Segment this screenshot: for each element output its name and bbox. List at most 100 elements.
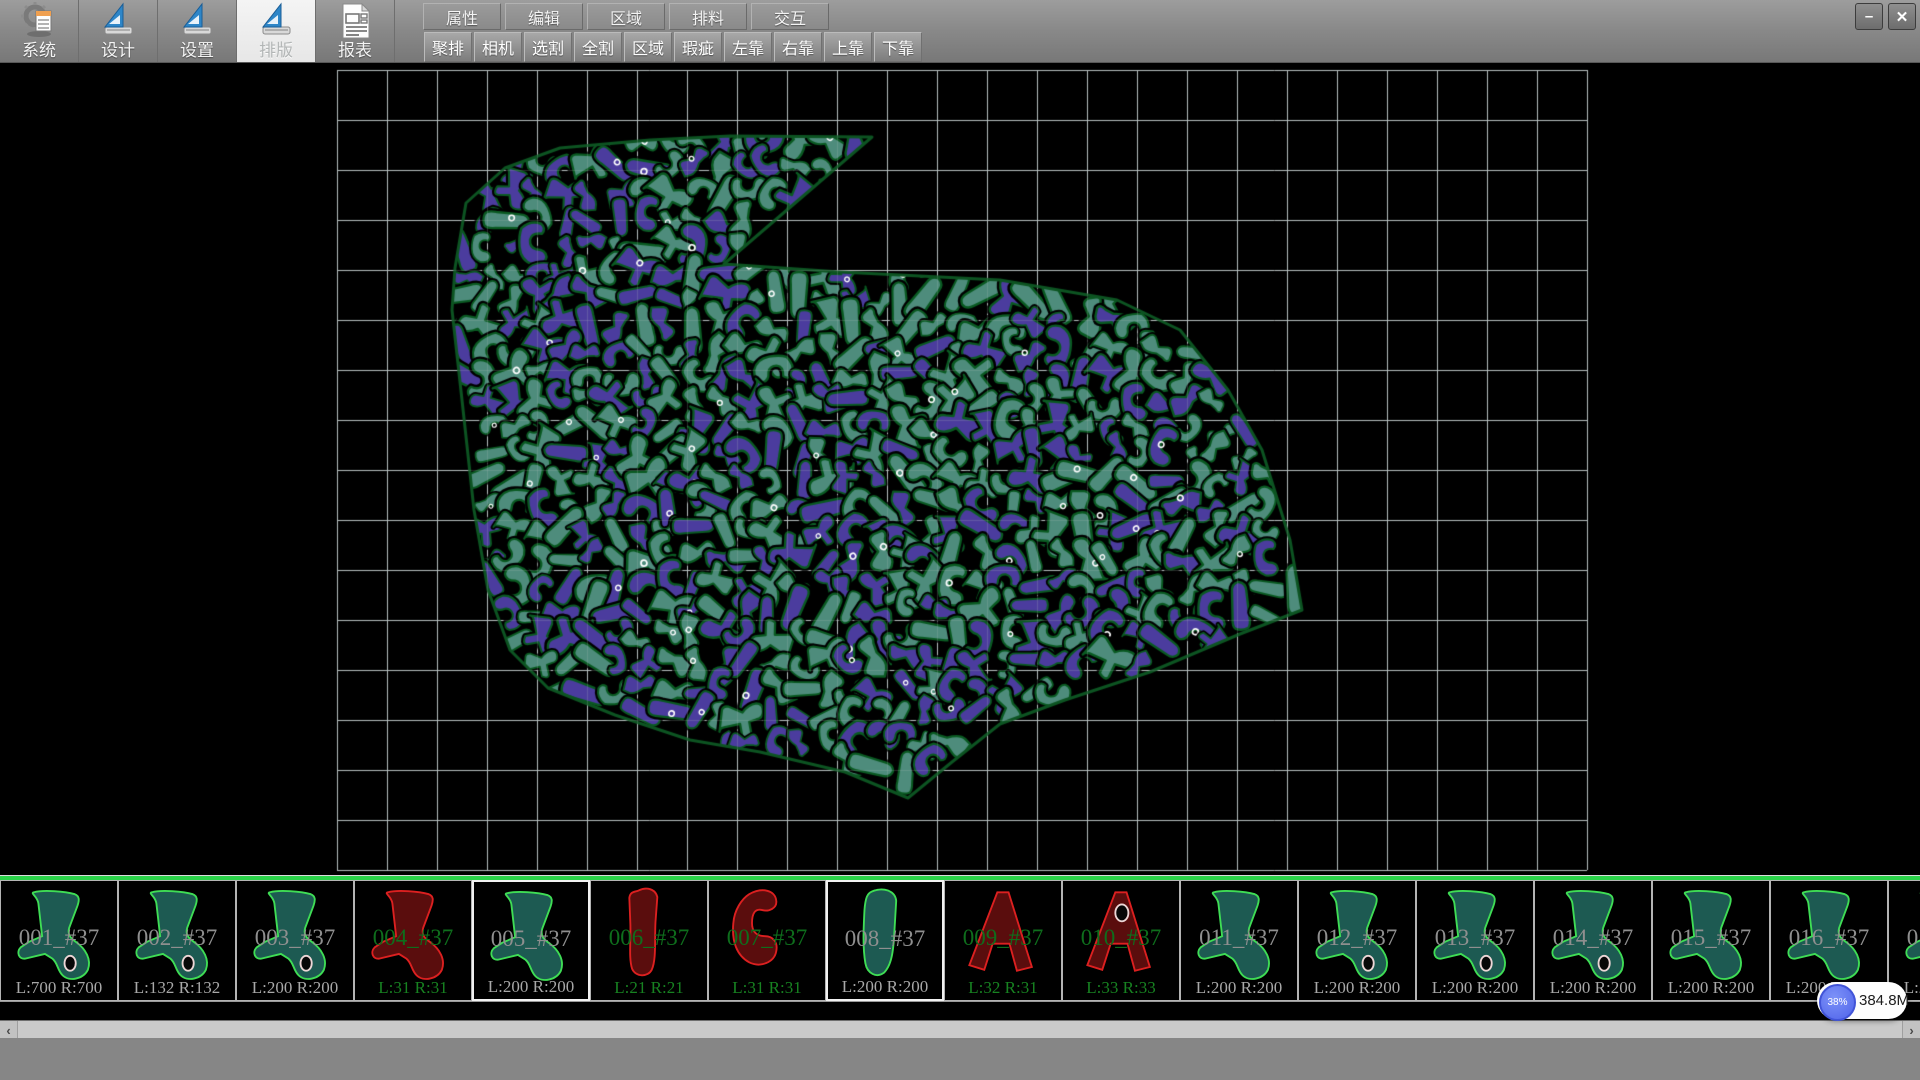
gear-document-icon: [19, 1, 59, 41]
ribbon-tab-1[interactable]: 系统: [0, 0, 79, 62]
set-square-icon: [177, 1, 217, 41]
gear-document-icon: [21, 2, 51, 37]
ribbon-tab-4[interactable]: 排版: [237, 0, 316, 62]
close-button[interactable]: ✕: [1888, 3, 1916, 30]
menu-item-5[interactable]: 交互: [751, 3, 829, 30]
part-lr-count: L:200 R:200: [1299, 978, 1415, 998]
tool-button-8[interactable]: 右靠: [774, 32, 822, 62]
part-thumbnail-1[interactable]: 001_#37 L:700 R:700: [0, 880, 118, 1001]
set-square-icon: [98, 1, 138, 41]
part-id-label: 006_#37: [591, 925, 707, 951]
part-thumbnail-9[interactable]: 009_#37 L:32 R:31: [944, 880, 1062, 1001]
menu-item-4[interactable]: 排料: [669, 3, 747, 30]
part-id-label: 003_#37: [237, 925, 353, 951]
part-id-label: 016_#37: [1771, 925, 1887, 951]
parts-panel: 001_#37 L:700 R:700 002_#37 L:132 R:132 …: [0, 875, 1920, 1003]
menu-bar: 属性编辑区域排料交互: [423, 3, 829, 28]
part-lr-count: L:132 R:132: [119, 978, 235, 998]
progress-circle: 38%: [1819, 984, 1856, 1021]
tool-button-6[interactable]: 瑕疵: [674, 32, 722, 62]
report-icon: [343, 4, 369, 38]
part-id-label: 004_#37: [355, 925, 471, 951]
part-id-label: 014_#37: [1535, 925, 1651, 951]
part-lr-count: L:700 R:700: [1, 978, 117, 998]
part-lr-count: L:31 R:31: [709, 978, 825, 998]
part-thumbnail-3[interactable]: 003_#37 L:200 R:200: [236, 880, 354, 1001]
tool-button-1[interactable]: 聚排: [424, 32, 472, 62]
part-thumbnail-5[interactable]: 005_#37 L:200 R:200: [472, 880, 590, 1001]
app-window: 系统 设计 设置 排版 报表 属性编辑区域排料交互 聚排相机选割全割区域瑕疵左靠…: [0, 0, 1920, 1080]
horizontal-scrollbar[interactable]: ‹ ›: [0, 1020, 1920, 1039]
status-bar: [0, 1038, 1920, 1080]
part-id-label: 002_#37: [119, 925, 235, 951]
ribbon-tab-label: 报表: [338, 41, 372, 60]
tool-button-5[interactable]: 区域: [624, 32, 672, 62]
part-thumbnail-14[interactable]: 014_#37 L:200 R:200: [1534, 880, 1652, 1001]
part-lr-count: L:21 R:21: [591, 978, 707, 998]
ribbon-tab-label: 设计: [101, 41, 135, 60]
memory-value: 384.8M: [1859, 982, 1909, 1019]
set-square-icon: [263, 4, 290, 34]
nesting-canvas[interactable]: [0, 0, 1920, 875]
part-lr-count: L:200 R:200: [828, 977, 942, 997]
part-id-label: 010_#37: [1063, 925, 1179, 951]
scroll-left-button[interactable]: ‹: [0, 1021, 18, 1039]
part-thumbnail-4[interactable]: 004_#37 L:31 R:31: [354, 880, 472, 1001]
tool-row: 聚排相机选割全割区域瑕疵左靠右靠上靠下靠: [424, 32, 922, 60]
part-id-label: 008_#37: [828, 926, 942, 952]
part-thumbnail-15[interactable]: 015_#37 L:200 R:200: [1652, 880, 1770, 1001]
part-thumbnail-2[interactable]: 002_#37 L:132 R:132: [118, 880, 236, 1001]
part-thumbnail-13[interactable]: 013_#37 L:200 R:200: [1416, 880, 1534, 1001]
part-thumbnail-10[interactable]: 010_#37 L:33 R:33: [1062, 880, 1180, 1001]
part-id-label: 001_#37: [1, 925, 117, 951]
part-thumbnail-7[interactable]: 007_#37 L:31 R:31: [708, 880, 826, 1001]
report-icon: [335, 1, 375, 41]
part-thumbnail-12[interactable]: 012_#37 L:200 R:200: [1298, 880, 1416, 1001]
toolbar: 系统 设计 设置 排版 报表 属性编辑区域排料交互 聚排相机选割全割区域瑕疵左靠…: [0, 0, 1920, 63]
tool-button-7[interactable]: 左靠: [724, 32, 772, 62]
menu-item-2[interactable]: 编辑: [505, 3, 583, 30]
ribbon-tab-label: 设置: [180, 41, 214, 60]
part-id-label: 013_#37: [1417, 925, 1533, 951]
part-id-label: 009_#37: [945, 925, 1061, 951]
ribbon-tab-2[interactable]: 设计: [79, 0, 158, 62]
part-thumbnail-6[interactable]: 006_#37 L:21 R:21: [590, 880, 708, 1001]
part-lr-count: L:32 R:31: [945, 978, 1061, 998]
ribbon-tab-label: 系统: [22, 41, 56, 60]
part-lr-count: L:200 R:200: [1181, 978, 1297, 998]
tool-button-9[interactable]: 上靠: [824, 32, 872, 62]
part-lr-count: L:33 R:33: [1063, 978, 1179, 998]
part-id-label: 007_#37: [709, 925, 825, 951]
ribbon-tab-label: 排版: [259, 41, 293, 60]
ribbon-tab-5[interactable]: 报表: [316, 0, 395, 62]
tool-button-4[interactable]: 全割: [574, 32, 622, 62]
set-square-icon: [105, 4, 132, 34]
part-id-label: 011_#37: [1181, 925, 1297, 951]
scroll-right-button[interactable]: ›: [1902, 1021, 1920, 1039]
part-id-label: 015_#37: [1653, 925, 1769, 951]
part-id-label: 005_#37: [474, 926, 588, 952]
menu-item-1[interactable]: 属性: [423, 3, 501, 30]
part-lr-count: L:31 R:31: [355, 978, 471, 998]
memory-badge: 38% 384.8M: [1817, 982, 1907, 1019]
set-square-icon: [184, 4, 211, 34]
part-thumbnail-11[interactable]: 011_#37 L:200 R:200: [1180, 880, 1298, 1001]
tool-button-10[interactable]: 下靠: [874, 32, 922, 62]
part-lr-count: L:200 R:200: [1417, 978, 1533, 998]
part-thumbnail-8[interactable]: 008_#37 L:200 R:200: [826, 880, 944, 1001]
set-square-icon: [256, 1, 296, 41]
menu-item-3[interactable]: 区域: [587, 3, 665, 30]
tool-button-3[interactable]: 选割: [524, 32, 572, 62]
part-lr-count: L:200 R:200: [474, 977, 588, 997]
part-lr-count: L:200 R:200: [1653, 978, 1769, 998]
ribbon-tabs: 系统 设计 设置 排版 报表: [0, 0, 395, 62]
part-thumbnails: 001_#37 L:700 R:700 002_#37 L:132 R:132 …: [0, 880, 1920, 1002]
ribbon-tab-3[interactable]: 设置: [158, 0, 237, 62]
part-id-label: 017_#37: [1889, 925, 1920, 951]
window-controls: – ✕: [1855, 3, 1916, 30]
minimize-button[interactable]: –: [1855, 3, 1883, 30]
part-lr-count: L:200 R:200: [1535, 978, 1651, 998]
tool-button-2[interactable]: 相机: [474, 32, 522, 62]
part-id-label: 012_#37: [1299, 925, 1415, 951]
part-lr-count: L:200 R:200: [237, 978, 353, 998]
